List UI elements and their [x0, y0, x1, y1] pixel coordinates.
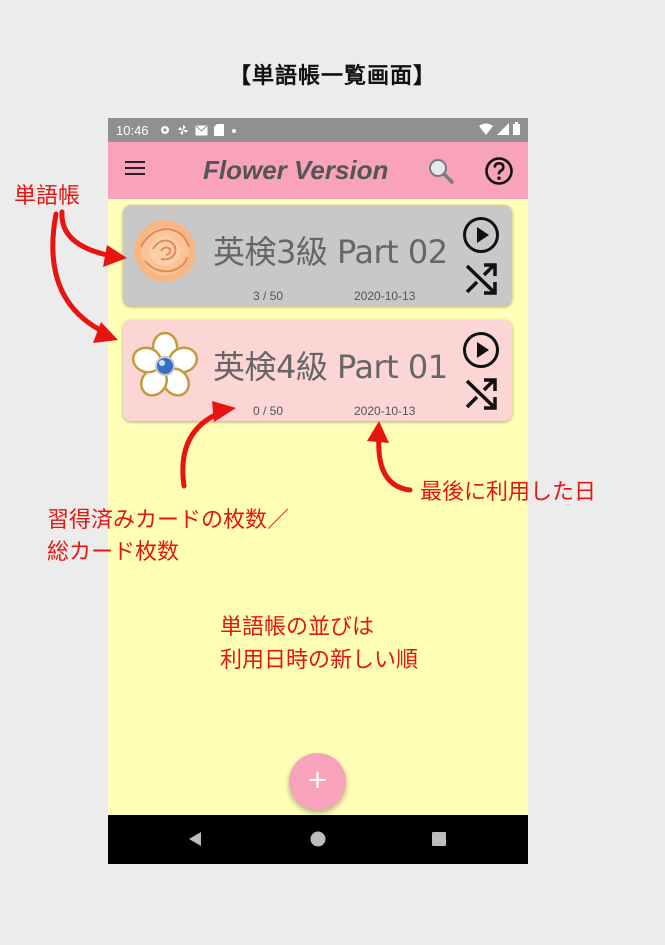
- annotation-last-used: 最後に利用した日: [420, 480, 597, 505]
- annotation-order-1: 単語帳の並びは: [220, 615, 375, 640]
- arrow-to-date: [376, 433, 413, 493]
- annotation-learned-count-1: 習得済みカードの枚数／: [47, 508, 290, 533]
- arrow-to-card2: [50, 211, 107, 335]
- annotation-arrows: [50, 209, 413, 493]
- annotation-learned-count-2: 総カード枚数: [47, 540, 180, 565]
- annotation-wordbook: 単語帳: [14, 184, 81, 209]
- annotation-order-2: 利用日時の新しい順: [220, 648, 419, 673]
- arrow-to-count: [180, 409, 225, 489]
- arrow-to-card1: [59, 209, 115, 259]
